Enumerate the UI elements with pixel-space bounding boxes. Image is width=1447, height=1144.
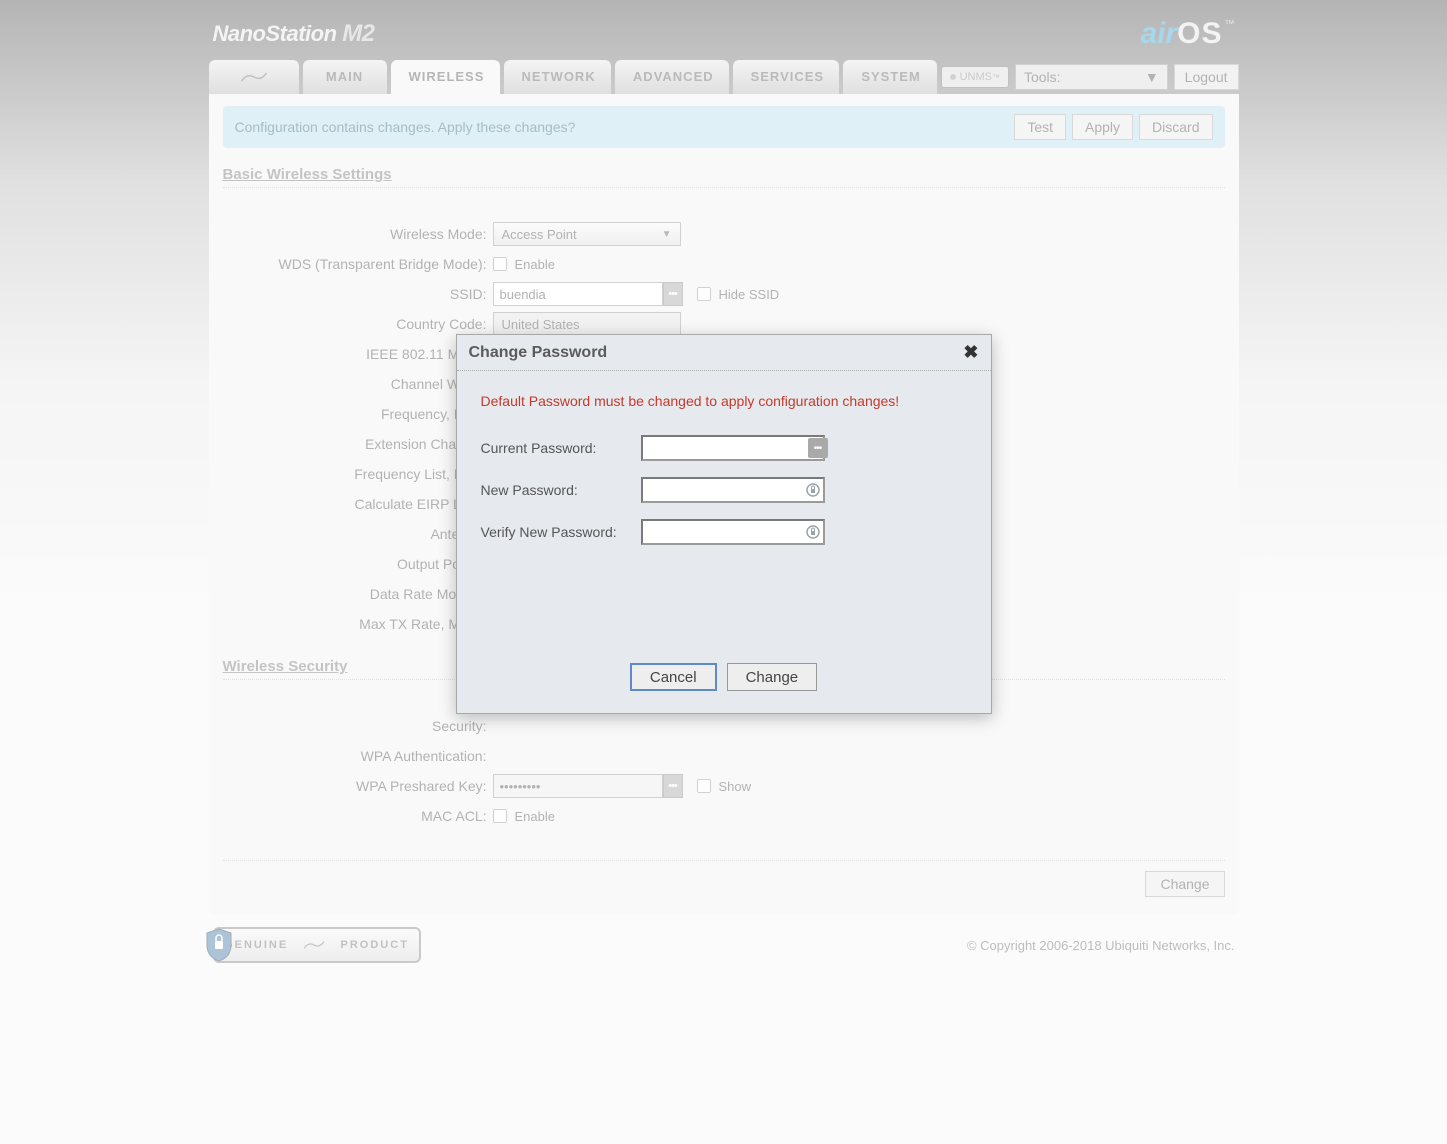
modal-title-text: Change Password	[469, 344, 608, 362]
modal-change-button[interactable]: Change	[727, 663, 818, 691]
cancel-button[interactable]: Cancel	[630, 663, 717, 691]
lock-icon	[805, 482, 821, 498]
password-reveal-icon[interactable]: •••	[808, 438, 828, 458]
label-new-password: New Password:	[481, 482, 641, 498]
change-password-modal: Change Password ✖ Default Password must …	[456, 334, 992, 714]
label-verify-password: Verify New Password:	[481, 524, 641, 540]
lock-icon	[805, 524, 821, 540]
label-current-password: Current Password:	[481, 440, 641, 456]
new-password-input[interactable]	[641, 477, 825, 503]
close-icon[interactable]: ✖	[963, 342, 978, 363]
modal-warning-text: Default Password must be changed to appl…	[481, 393, 967, 409]
verify-password-input[interactable]	[641, 519, 825, 545]
current-password-input[interactable]	[641, 435, 825, 461]
